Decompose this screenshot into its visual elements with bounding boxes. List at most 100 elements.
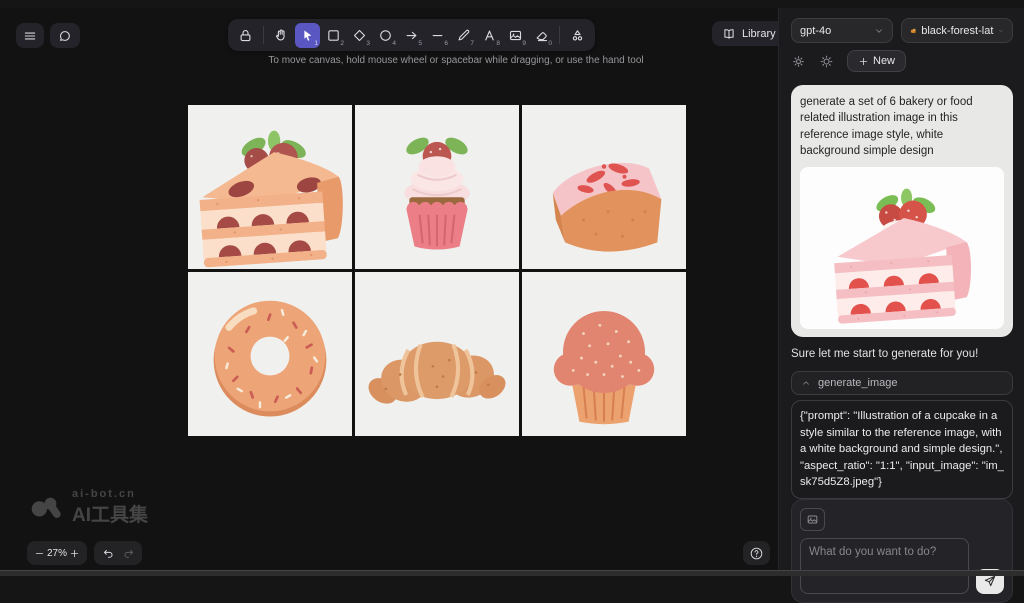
app-window: 1 2 3 4 5 [0, 8, 1024, 570]
canvas-image-strawberry-loaf-cake[interactable] [522, 105, 686, 269]
tool-text[interactable]: 8 [477, 23, 502, 48]
library-label: Library [742, 28, 776, 40]
undo-button[interactable] [102, 547, 115, 560]
tool-eraser[interactable]: 0 [529, 23, 554, 48]
undo-icon [102, 547, 115, 560]
sun-icon [819, 54, 834, 69]
gear-icon [791, 54, 806, 69]
tool-lock[interactable] [233, 23, 258, 48]
window-bottom-edge [0, 570, 1024, 576]
reference-strawberry-cake-illustration [808, 172, 996, 324]
toolbar-divider [559, 26, 560, 44]
tool-shortcut: 4 [392, 40, 396, 47]
composer-input-row [800, 538, 1004, 594]
tool-selection[interactable]: 1 [295, 23, 320, 48]
strawberry-cupcake-illustration [355, 105, 519, 269]
hamburger-icon [23, 29, 37, 43]
sprinkle-donut-illustration [188, 272, 352, 436]
provider-logo-icon [910, 25, 917, 37]
diamond-icon [352, 28, 367, 43]
minus-icon [34, 548, 45, 559]
more-shapes-icon [570, 28, 585, 43]
watermark-name: AI工具集 [72, 500, 148, 527]
tool-ellipse[interactable]: 4 [373, 23, 398, 48]
tool-diamond[interactable]: 3 [347, 23, 372, 48]
zoom-level[interactable]: 27% [47, 548, 67, 559]
model-select-value: gpt-4o [800, 25, 831, 37]
new-chat-button[interactable]: New [847, 50, 906, 72]
redo-icon [122, 547, 135, 560]
strawberry-loaf-cake-illustration [522, 105, 686, 269]
toolbar-divider [263, 26, 264, 44]
composer-input[interactable] [800, 538, 969, 594]
canvas-image-strawberry-cake-slice[interactable] [188, 105, 352, 269]
lock-icon [238, 28, 253, 43]
theme-toggle-button[interactable] [819, 54, 834, 69]
tool-shortcut: 0 [548, 40, 552, 47]
model-selector-row: gpt-4o black-forest-lat [791, 18, 1013, 43]
chevron-down-icon [874, 26, 884, 36]
tool-call-header[interactable]: generate_image [791, 371, 1013, 395]
book-icon [722, 27, 736, 41]
tool-shortcut: 5 [418, 40, 422, 47]
send-icon [983, 574, 997, 588]
tool-arrow[interactable]: 5 [399, 23, 424, 48]
tool-shortcut: 7 [470, 40, 474, 47]
croissant-illustration [355, 272, 519, 436]
drawing-toolbar: 1 2 3 4 5 [228, 19, 595, 51]
text-icon [482, 28, 497, 43]
tool-line[interactable]: 6 [425, 23, 450, 48]
zoom-in-button[interactable] [69, 548, 80, 559]
eraser-icon [534, 28, 549, 43]
main-menu-button[interactable] [16, 23, 44, 48]
message-list: generate a set of 6 bakery or food relat… [791, 72, 1013, 499]
sidebar-actions-row: New [791, 50, 1013, 72]
chevron-up-icon [801, 378, 811, 388]
zoom-out-button[interactable] [34, 548, 45, 559]
attach-image-icon [806, 513, 819, 526]
canvas-hint: To move canvas, hold mouse wheel or spac… [250, 55, 662, 66]
pencil-icon [456, 28, 471, 43]
rectangle-icon [326, 28, 341, 43]
reference-image-card[interactable] [800, 167, 1004, 329]
redo-button[interactable] [122, 547, 135, 560]
provider-select[interactable]: black-forest-lat [901, 18, 1013, 43]
watermark: ai-bot.cn AI工具集 [30, 488, 148, 527]
canvas-image-strawberry-cupcake[interactable] [355, 105, 519, 269]
user-message-text: generate a set of 6 bakery or food relat… [800, 94, 1004, 159]
tool-draw[interactable]: 7 [451, 23, 476, 48]
image-icon [508, 28, 523, 43]
chat-toggle-button[interactable] [50, 23, 80, 48]
tool-hand[interactable] [269, 23, 294, 48]
provider-select-value: black-forest-lat [921, 25, 993, 37]
canvas-image-croissant[interactable] [355, 272, 519, 436]
tool-shortcut: 1 [314, 40, 318, 47]
help-button[interactable] [743, 541, 770, 565]
canvas-image-sprinkle-donut[interactable] [188, 272, 352, 436]
tool-rectangle[interactable]: 2 [321, 23, 346, 48]
tool-call-name: generate_image [818, 377, 898, 389]
chevron-down-icon [998, 26, 1004, 36]
tool-shortcut: 6 [444, 40, 448, 47]
library-button[interactable]: Library [712, 21, 786, 46]
model-select[interactable]: gpt-4o [791, 18, 893, 43]
hand-icon [274, 28, 289, 43]
plus-icon [858, 56, 869, 67]
strawberry-cake-slice-illustration [188, 105, 352, 269]
ellipse-icon [378, 28, 393, 43]
zoom-control: 27% [27, 541, 87, 565]
tool-image[interactable]: 9 [503, 23, 528, 48]
tool-more-shapes[interactable] [565, 23, 590, 48]
plus-icon [69, 548, 80, 559]
chat-bubble-icon [58, 29, 72, 43]
canvas-area[interactable]: 1 2 3 4 5 [0, 8, 778, 570]
attach-image-button[interactable] [800, 508, 825, 531]
ai-bot-logo-icon [30, 493, 64, 523]
tool-shortcut: 9 [522, 40, 526, 47]
muffin-illustration [522, 272, 686, 436]
tool-shortcut: 3 [366, 40, 370, 47]
new-chat-label: New [873, 55, 895, 67]
tool-call-arguments: {"prompt": "Illustration of a cupcake in… [791, 400, 1013, 499]
canvas-image-muffin[interactable] [522, 272, 686, 436]
settings-button[interactable] [791, 54, 806, 69]
